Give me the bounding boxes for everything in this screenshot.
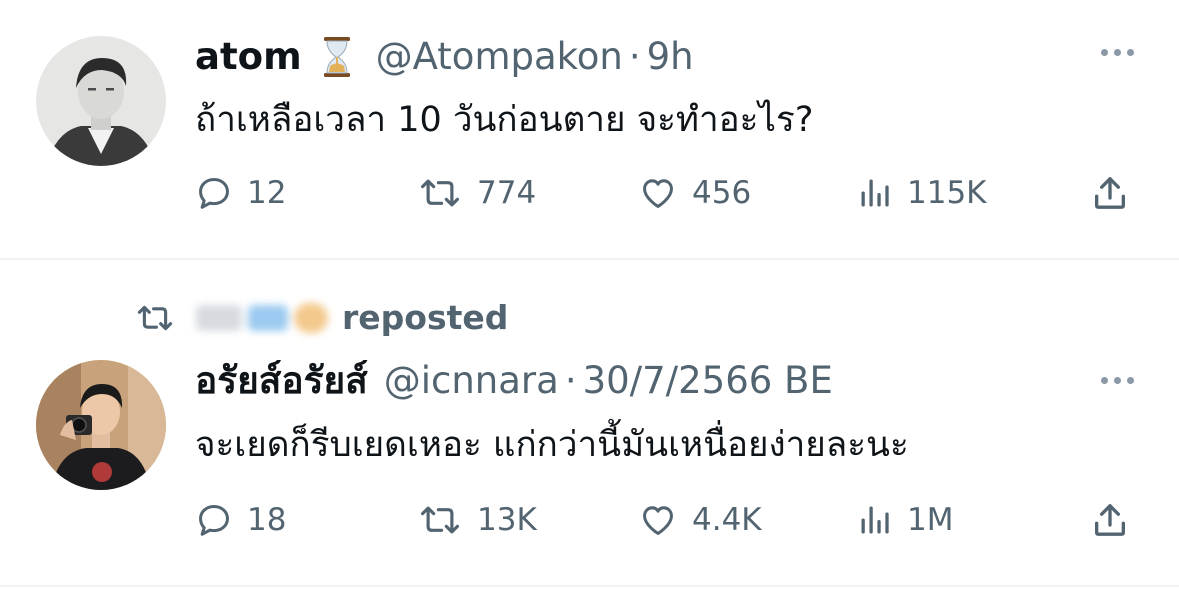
views-button[interactable]: 115K	[857, 168, 987, 218]
author-handle[interactable]: @Atompakon	[376, 35, 623, 79]
repost-icon	[137, 305, 173, 330]
tweet-text: จะเยดก็รีบเยดเหอะ แก่กว่านี้มันเหนื่อยง่…	[195, 425, 909, 465]
like-count: 4.4K	[692, 502, 762, 538]
repost-count: 13K	[477, 502, 537, 538]
author-name[interactable]: อรัยส์อรัยส์	[195, 359, 368, 403]
analytics-icon	[861, 179, 889, 207]
redacted-reposter-name[interactable]	[196, 302, 328, 333]
timestamp[interactable]: 9h	[647, 35, 694, 79]
avatar[interactable]	[36, 360, 166, 490]
tweet-header: อรัยส์อรัยส์ @icnnara · 30/7/2566 BE	[195, 359, 833, 403]
views-button[interactable]: 1M	[857, 495, 953, 545]
timestamp[interactable]: 30/7/2566 BE	[583, 359, 833, 403]
hourglass-icon	[322, 36, 352, 78]
reply-button[interactable]: 12	[195, 168, 286, 218]
like-button[interactable]: 4.4K	[638, 495, 762, 545]
share-button[interactable]	[1090, 495, 1130, 545]
repost-context: reposted	[134, 298, 508, 337]
view-count: 1M	[907, 502, 954, 538]
more-options-icon[interactable]	[1101, 49, 1134, 56]
like-button[interactable]: 456	[638, 168, 751, 218]
tweet-1[interactable]: atom @Atompakon · 9h ถ้าเหลือเวลา 10 วัน…	[0, 0, 1179, 258]
analytics-icon	[861, 506, 889, 534]
reposted-label: reposted	[342, 298, 509, 337]
reply-count: 12	[247, 175, 287, 211]
action-bar: 18 13K 4.4K 1M	[195, 495, 1140, 545]
repost-button[interactable]: 774	[417, 168, 536, 218]
separator-dot: ·	[628, 35, 641, 78]
view-count: 115K	[907, 175, 987, 211]
share-icon	[1095, 504, 1125, 536]
heart-icon	[643, 506, 673, 535]
heart-icon	[643, 179, 673, 208]
reply-icon	[199, 178, 229, 209]
separator-dot: ·	[564, 359, 577, 402]
repost-button[interactable]: 13K	[417, 495, 537, 545]
repost-count: 774	[477, 175, 537, 211]
author-handle[interactable]: @icnnara	[384, 359, 559, 403]
reply-count: 18	[247, 502, 287, 538]
share-icon	[1095, 177, 1125, 209]
reply-icon	[199, 505, 229, 536]
repost-icon	[421, 179, 459, 207]
tweet-2[interactable]: reposted อรัยส์อรัยส์ @icnnara · 30/7/25…	[0, 260, 1179, 585]
reply-button[interactable]: 18	[195, 495, 286, 545]
repost-icon	[421, 506, 459, 534]
tweet-header: atom @Atompakon · 9h	[195, 35, 694, 79]
share-button[interactable]	[1090, 168, 1130, 218]
tweet-text: ถ้าเหลือเวลา 10 วันก่อนตาย จะทำอะไร?	[195, 100, 814, 140]
action-bar: 12 774 456 115K	[195, 168, 1140, 218]
like-count: 456	[692, 175, 752, 211]
avatar[interactable]	[36, 36, 166, 166]
author-name[interactable]: atom	[195, 35, 302, 79]
divider	[0, 585, 1179, 587]
more-options-icon[interactable]	[1101, 377, 1134, 384]
